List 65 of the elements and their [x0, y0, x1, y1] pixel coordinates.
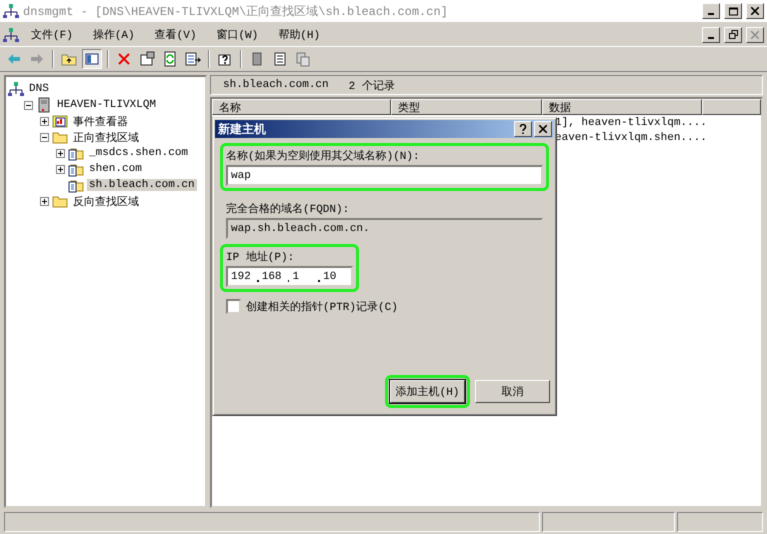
close-icon — [751, 7, 759, 15]
close-icon — [751, 30, 759, 38]
app-icon — [3, 3, 19, 19]
minimize-icon — [708, 36, 714, 38]
tree-item[interactable]: 事件查看器 — [71, 114, 130, 128]
minimize-icon — [708, 13, 714, 15]
menu-item[interactable]: 文件(F) — [23, 25, 81, 44]
dialog-title: 新建主机 — [218, 120, 267, 138]
ptr-checkbox[interactable] — [226, 299, 241, 314]
zone-name: sh.bleach.com.cn — [223, 79, 329, 91]
tree-item[interactable]: HEAVEN-TLIVXLQM — [55, 99, 158, 111]
window-title: dnsmgmt - [DNS\HEAVEN-TLIVXLQM\正向查找区域\sh.bleach.com.cn] — [23, 4, 449, 20]
tree-item[interactable]: _msdcs.shen.com — [87, 147, 190, 159]
field-label: 名称(如果为空则使用其父域名称)(N): — [226, 148, 420, 162]
close-icon — [539, 125, 547, 133]
menu-item[interactable]: 窗口(W) — [208, 25, 266, 44]
expander-icon[interactable] — [40, 132, 49, 142]
add-host-button[interactable]: 添加主机(H) — [390, 380, 465, 403]
help-icon — [519, 124, 527, 134]
menu-item[interactable]: 操作(A) — [84, 25, 143, 44]
column-header[interactable] — [702, 99, 761, 115]
column-header[interactable]: 数据 — [542, 99, 702, 115]
field-label: 完全合格的域名(FQDN): — [226, 202, 350, 215]
field-label: IP 地址(P): — [226, 250, 294, 263]
server-icon — [36, 97, 52, 113]
tree-item[interactable]: 反向查找区域 — [71, 194, 141, 208]
checkbox-label: 创建相关的指针(PTR)记录(C) — [246, 300, 398, 314]
close-button[interactable] — [746, 26, 764, 42]
panel-icon[interactable] — [82, 49, 102, 69]
record-count: 2 个记录 — [348, 79, 395, 92]
minimize-button[interactable] — [702, 3, 720, 19]
expander-icon[interactable] — [56, 148, 65, 158]
close-button[interactable] — [746, 3, 764, 19]
name-field[interactable]: wap — [226, 165, 543, 186]
menu-item[interactable]: 帮助(H) — [270, 25, 328, 44]
ip-octet: 1 — [292, 270, 300, 282]
expander-icon[interactable] — [56, 164, 65, 174]
restore-button[interactable] — [724, 26, 742, 42]
fqdn-field[interactable]: wap.sh.bleach.com.cn. — [226, 218, 543, 239]
restore-icon — [728, 30, 738, 39]
dns-icon — [8, 81, 24, 97]
expander-icon[interactable] — [40, 196, 49, 206]
expander-icon[interactable] — [24, 100, 33, 110]
column-header[interactable]: 类型 — [391, 99, 542, 115]
minimize-button[interactable] — [702, 26, 720, 42]
ip-octet: 10 — [323, 270, 338, 282]
menu-item[interactable]: 查看(V) — [146, 25, 204, 44]
maximize-icon — [728, 6, 738, 16]
event-icon — [52, 113, 68, 129]
column-header[interactable]: 名称 — [212, 99, 391, 115]
table-cell: eaven-tlivxlqm.shen.... — [555, 132, 707, 144]
cancel-button[interactable]: 取消 — [475, 380, 550, 403]
ip-address-field[interactable]: 192 168 1 10 — [226, 266, 353, 287]
app-icon — [3, 26, 19, 42]
maximize-button[interactable] — [724, 3, 742, 19]
ip-octet: 168 — [262, 270, 283, 282]
help-button[interactable] — [514, 121, 532, 137]
tree-item[interactable]: sh.bleach.com.cn — [87, 179, 197, 191]
tree-item[interactable]: 正向查找区域 — [71, 130, 141, 144]
expander-icon[interactable] — [40, 116, 49, 126]
table-cell: 1], heaven-tlivxlqm.... — [555, 116, 707, 128]
tree-item[interactable]: shen.com — [87, 163, 144, 175]
tree-item[interactable]: DNS — [27, 83, 51, 95]
ip-octet: 192 — [231, 270, 252, 282]
close-button[interactable] — [534, 121, 552, 137]
